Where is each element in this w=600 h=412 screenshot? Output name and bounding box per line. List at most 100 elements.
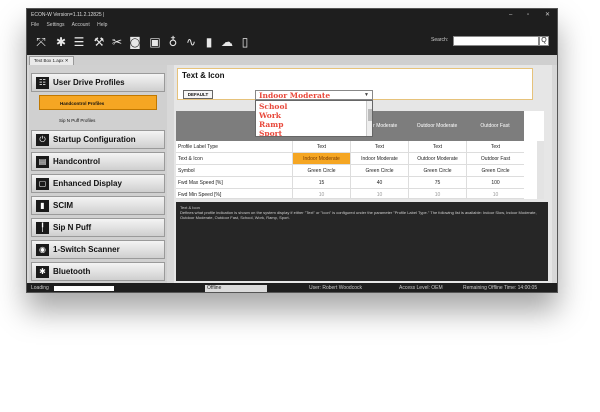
list-icon[interactable]: ☰ xyxy=(71,34,87,50)
cloud-icon[interactable]: ☁ xyxy=(219,34,235,50)
document-tab-label: Text Box 1.apx xyxy=(34,58,64,63)
loading-progress-bar xyxy=(54,286,114,291)
grid-cell[interactable]: 10 xyxy=(466,189,524,199)
grid-row-label: Fwd Max Speed [%] xyxy=(176,177,292,189)
menu-bar: File Settings Account Help xyxy=(27,21,557,29)
info-box-icon[interactable]: ▯ xyxy=(237,34,253,50)
dropdown-scrollbar[interactable] xyxy=(366,101,372,136)
loading-label: Loading xyxy=(31,285,49,291)
sidebar-item-handcontrol[interactable]: ▤ Handcontrol xyxy=(31,152,165,171)
grid-row-label: Fwd Min Speed [%] xyxy=(176,189,292,199)
sidebar-item-scim[interactable]: ▮ SCIM xyxy=(31,196,165,215)
power-icon: ⏻ xyxy=(36,134,49,146)
scim-icon: ▮ xyxy=(36,200,49,212)
dropdown-option-ramp[interactable]: Ramp xyxy=(259,120,283,129)
grid-cell[interactable]: Text xyxy=(466,141,524,153)
grid-cell[interactable]: 40 xyxy=(350,177,408,189)
grid-cell[interactable]: 15 xyxy=(292,177,350,189)
sidebar-item-1-switch-scanner[interactable]: ◉ 1-Switch Scanner xyxy=(31,240,165,259)
grid-scrollbar[interactable] xyxy=(537,141,544,199)
grid-cell[interactable]: Text xyxy=(408,141,466,153)
access-level-label: Access Level: OEM xyxy=(399,285,443,291)
grid-cell[interactable]: Green Circle xyxy=(466,165,524,177)
dropdown-selected-value: Indoor Moderate xyxy=(259,91,331,100)
monitor-icon[interactable]: ▣ xyxy=(147,34,163,50)
grid-cell[interactable]: Outdoor Fast xyxy=(466,153,524,165)
user-label: User: Robert Woodcock xyxy=(309,285,362,291)
grid-cell[interactable]: 10 xyxy=(408,189,466,199)
status-bar: Loading Offline User: Robert Woodcock Ac… xyxy=(27,283,557,292)
sidebar-item-label: Startup Configuration xyxy=(53,135,136,144)
no-bluetooth-icon[interactable]: ✱ xyxy=(53,34,69,50)
sidebar-item-startup-configuration[interactable]: ⏻ Startup Configuration xyxy=(31,130,165,149)
sliders-icon: ☷ xyxy=(36,77,49,89)
grid-cell[interactable]: Green Circle xyxy=(292,165,350,177)
sidebar-subitem-handcontrol-profiles[interactable]: Handcontrol Profiles xyxy=(39,95,157,110)
grid-cell[interactable]: Green Circle xyxy=(408,165,466,177)
menu-file[interactable]: File xyxy=(31,22,39,28)
sidebar-item-label: Bluetooth xyxy=(53,267,91,276)
grid-header-col[interactable]: Outdoor Moderate xyxy=(408,111,466,141)
sidebar-item-label: SCIM xyxy=(53,201,73,210)
sidebar-subitem-sip-n-puff-profiles[interactable]: Sip N Puff Profiles xyxy=(39,113,157,128)
waveform-icon[interactable]: ∿ xyxy=(183,34,199,50)
joystick-icon: ▤ xyxy=(36,156,49,168)
grid-cell[interactable]: Outdoor Moderate xyxy=(408,153,466,165)
grid-cell[interactable]: 100 xyxy=(466,177,524,189)
search-input[interactable] xyxy=(453,36,539,46)
document-tab-strip: Text Box 1.apx ✕ xyxy=(27,55,557,65)
grid-cell[interactable]: Indoor Moderate xyxy=(350,153,408,165)
stethoscope-icon[interactable]: ♁ xyxy=(165,34,181,50)
grid-cell[interactable]: 10 xyxy=(350,189,408,199)
search-label: Search: xyxy=(431,37,449,43)
grid-cell-selected[interactable]: Indoor Moderate xyxy=(292,153,350,165)
grid-cell[interactable]: Green Circle xyxy=(350,165,408,177)
app-window: ECON-W Version=1.11.2.12825 | – ▫ ✕ File… xyxy=(26,8,558,293)
sidebar-item-label: Enhanced Display xyxy=(53,179,122,188)
menu-help[interactable]: Help xyxy=(97,22,107,28)
menu-account[interactable]: Account xyxy=(72,22,90,28)
main-content: Text & Icon DEFAULT Indoor Moderate Outd… xyxy=(174,65,552,283)
document-tab[interactable]: Text Box 1.apx ✕ xyxy=(29,56,74,65)
sidebar-item-user-drive-profiles[interactable]: ☷ User Drive Profiles xyxy=(31,73,165,92)
window-title: ECON-W Version=1.11.2.12825 | xyxy=(31,12,105,18)
grid-row-label: Text & Icon xyxy=(176,153,292,165)
dropdown-option-work[interactable]: Work xyxy=(259,111,281,120)
grid-row-label: Profile Label Type xyxy=(176,141,292,153)
default-button[interactable]: DEFAULT xyxy=(183,90,213,99)
grid-row-label: Symbol xyxy=(176,165,292,177)
battery-icon[interactable]: ▮ xyxy=(201,34,217,50)
display-icon: ▢ xyxy=(36,178,49,190)
chevron-down-icon[interactable]: ▼ xyxy=(364,91,369,100)
dropdown-scroll-thumb[interactable] xyxy=(368,109,372,121)
grid-header-col[interactable]: Outdoor Fast xyxy=(466,111,524,141)
tools-crossed-icon[interactable]: ✂ xyxy=(109,34,125,50)
grid-cell[interactable]: Text xyxy=(292,141,350,153)
remaining-time-label: Remaining Offline Time: 14:00:05 xyxy=(463,285,538,291)
wrench-icon[interactable]: ⚒ xyxy=(91,34,107,50)
maximize-button[interactable]: ▫ xyxy=(527,9,529,21)
no-signal-icon[interactable]: ⤧ xyxy=(33,34,49,50)
sidebar-item-sip-n-puff[interactable]: ╿ Sip N Puff xyxy=(31,218,165,237)
sidebar-item-label: Handcontrol xyxy=(53,157,101,166)
dropdown-options-list: School Work Ramp Sport xyxy=(255,100,373,137)
search-button[interactable]: Q xyxy=(539,36,549,46)
switch-scanner-icon: ◉ xyxy=(36,244,49,256)
toolbar: ⤧ ✱ ☰ ⚒ ✂ ◙ ▣ ♁ ∿ ▮ ☁ ▯ Search: Q xyxy=(27,29,557,55)
sidebar-item-enhanced-display[interactable]: ▢ Enhanced Display xyxy=(31,174,165,193)
dropdown-option-school[interactable]: School xyxy=(259,102,287,111)
connection-status[interactable]: Offline xyxy=(205,285,267,292)
grid-cell[interactable]: 10 xyxy=(292,189,350,199)
close-window-button[interactable]: ✕ xyxy=(545,9,550,21)
close-tab-icon[interactable]: ✕ xyxy=(65,58,69,63)
panel-title: Text & Icon xyxy=(182,71,225,80)
grid-cell[interactable]: 75 xyxy=(408,177,466,189)
sidebar-item-label: Sip N Puff xyxy=(53,223,92,232)
profile-text-dropdown[interactable]: Indoor Moderate ▼ xyxy=(255,90,373,100)
sidebar-item-bluetooth[interactable]: ✱ Bluetooth xyxy=(31,262,165,281)
menu-settings[interactable]: Settings xyxy=(46,22,64,28)
camera-icon[interactable]: ◙ xyxy=(127,34,143,50)
grid-cell[interactable]: Text xyxy=(350,141,408,153)
minimize-button[interactable]: – xyxy=(509,9,512,21)
dropdown-option-sport[interactable]: Sport xyxy=(259,129,282,136)
